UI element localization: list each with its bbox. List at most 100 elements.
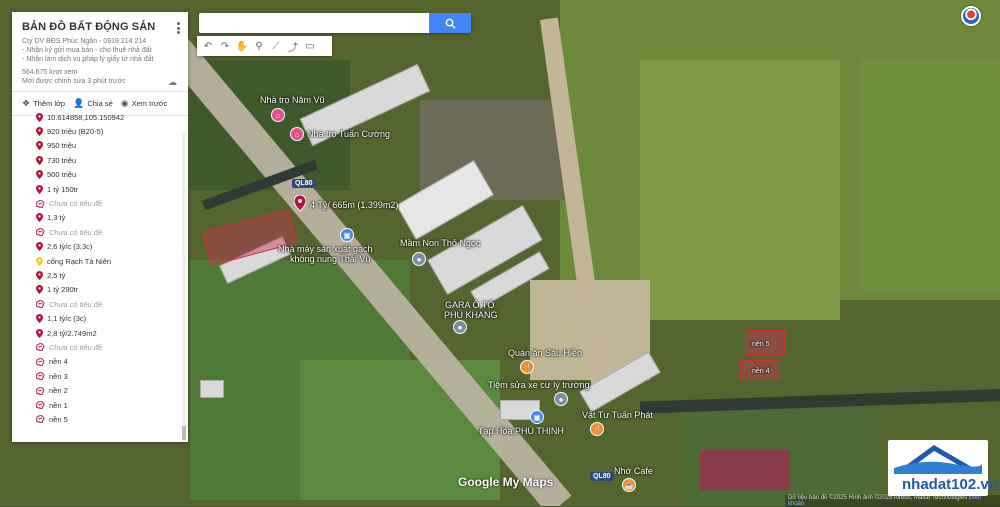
list-item[interactable]: 1 tỷ 150tr (36, 182, 188, 196)
list-item-label: 2,5 tỷ (47, 270, 66, 280)
preview-label: Xem trước (131, 99, 168, 108)
polygon-shape-icon (36, 357, 45, 366)
pin-label: 4 Tỷ/ 665m (1.399m2) (310, 200, 399, 210)
map-meta: 564.675 lượt xem Mới được chỉnh sửa 3 ph… (22, 68, 178, 86)
scrollbar-thumb[interactable] (182, 426, 186, 440)
search-button[interactable] (429, 13, 471, 33)
rice-field (640, 60, 840, 320)
list-item-label: nền 4 (49, 357, 68, 367)
poi-label: Mầm Non Thỏ Ngọc (400, 238, 481, 248)
shop-marker[interactable]: ▣ (340, 228, 354, 242)
list-item-label: 500 triệu (47, 170, 77, 180)
more-options-icon[interactable] (176, 22, 180, 34)
list-item[interactable]: cống Rạch Tà Niên (36, 254, 188, 268)
ruler-icon[interactable]: ▭ (303, 39, 317, 53)
list-item[interactable]: 2,5 tỷ (36, 268, 188, 282)
service-marker[interactable]: ● (554, 392, 568, 406)
map-toolbar: ↶ ↷ ✋ ⚲ ⟋ ⤴ ▭ (197, 36, 332, 56)
share-label: Chia sẻ (87, 99, 113, 108)
map-description: Cty DV BĐS Phúc Ngân - 0919 214 214 - Nh… (22, 37, 178, 64)
location-pin-icon (36, 127, 43, 137)
list-item[interactable]: Chưa có tiêu đề (36, 196, 188, 210)
undo-icon[interactable]: ↶ (201, 39, 215, 53)
add-layer-label: Thêm lớp (33, 99, 66, 108)
route-shield: QL80 (292, 179, 316, 188)
list-item-label: nền 2 (49, 386, 68, 396)
rice-field (860, 60, 1000, 290)
restaurant-marker[interactable]: 🍴 (590, 422, 604, 436)
location-pin-icon (36, 170, 43, 180)
list-item[interactable]: 1,1 tỷ/c (3c) (36, 311, 188, 325)
list-item[interactable]: Chưa có tiêu đề (36, 340, 188, 354)
location-pin-icon (36, 285, 43, 295)
list-item-label: Chưa có tiêu đề (49, 342, 103, 352)
map-legend-panel: BẢN ĐỒ BẤT ĐỘNG SẢN Cty DV BĐS Phúc Ngân… (12, 12, 188, 442)
list-item[interactable]: 730 triệu (36, 153, 188, 167)
list-item-label: 1 tỷ 150tr (47, 184, 79, 194)
polygon-shape-icon (36, 401, 45, 409)
route-shield: QL80 (590, 472, 614, 481)
description-line: Cty DV BĐS Phúc Ngân - 0919 214 214 (22, 38, 147, 45)
service-marker[interactable]: ● (453, 320, 467, 334)
list-item[interactable]: 920 triệu (B20-5) (36, 124, 188, 138)
map-attribution: Dữ liệu bản đồ ©2025 Hình ảnh ©2025 Airb… (785, 495, 1000, 507)
list-item[interactable]: 2,6 tỷ/c (3,3c) (36, 240, 188, 254)
polygon-shape-icon (36, 199, 45, 208)
draw-line-icon[interactable]: ⟋ (269, 39, 283, 53)
poi-label: không nung Thái Vũ (290, 254, 371, 264)
location-pin-icon (36, 314, 43, 324)
list-item[interactable]: Chưa có tiêu đề (36, 225, 188, 239)
description-line: - Nhận ký gửi mua bán - cho thuê nhà đất (22, 47, 152, 54)
directions-icon[interactable]: ⤴ (286, 39, 300, 54)
list-item-label: 920 triệu (B20-5) (47, 127, 104, 137)
selected-pin-icon[interactable] (294, 195, 306, 211)
restaurant-marker[interactable]: 🍴 (520, 360, 534, 374)
preview-button[interactable]: ◉ Xem trước (121, 98, 168, 109)
poi-label: Vật Tư Tuấn Phát (582, 410, 653, 420)
school-marker[interactable]: ● (412, 252, 426, 266)
list-item[interactable]: nền 4 (36, 355, 188, 369)
location-pin-icon (36, 184, 43, 194)
poi-label: Nhà trọ Năm Vũ (260, 95, 325, 105)
list-item[interactable]: 10.614858,105.150942 (36, 110, 188, 124)
location-pin-icon (36, 270, 43, 280)
share-button[interactable]: 👤 Chia sẻ (73, 98, 113, 109)
list-item[interactable]: 2,8 tỷ/2.749m2 (36, 326, 188, 340)
redo-icon[interactable]: ↷ (218, 39, 232, 53)
feature-list: 10.614858,105.150942 920 triệu (B20-5) 950… (12, 110, 188, 427)
user-avatar[interactable] (961, 6, 981, 26)
cafe-marker[interactable]: ☕ (622, 478, 636, 492)
shop-marker[interactable]: ▣ (530, 410, 544, 424)
add-person-icon: 👤 (73, 98, 85, 108)
add-layer-button[interactable]: ❖ Thêm lớp (22, 98, 65, 109)
list-item[interactable]: 950 triệu (36, 139, 188, 153)
marker-icon[interactable]: ⚲ (252, 39, 266, 53)
list-item[interactable]: nền 1 (36, 398, 188, 412)
list-item[interactable]: Chưa có tiêu đề (36, 297, 188, 311)
poi-label: GARA Ô TÔ (445, 300, 495, 310)
polygon-shape-icon (36, 228, 45, 237)
hand-icon[interactable]: ✋ (235, 39, 249, 53)
polygon-shape-icon (36, 343, 45, 352)
polygon-shape-icon (36, 415, 45, 424)
last-edited: Mới được chỉnh sửa 3 phút trước (22, 78, 126, 85)
polygon-shape-icon (36, 386, 45, 395)
polygon-shape-icon (36, 372, 45, 381)
list-item-label: 1 tỷ 290tr (47, 285, 79, 295)
location-pin-icon (36, 155, 43, 165)
lodging-marker[interactable]: ⌂ (290, 127, 304, 141)
search-icon (445, 18, 456, 29)
list-item[interactable]: nền 3 (36, 369, 188, 383)
list-item-label: 730 triệu (47, 155, 77, 165)
location-pin-icon (36, 256, 43, 266)
scrollbar-track[interactable] (182, 132, 186, 442)
list-item[interactable]: nền 2 (36, 383, 188, 397)
list-item[interactable]: nền 5 (36, 412, 188, 426)
house-roof-icon (894, 445, 982, 474)
list-item[interactable]: 500 triệu (36, 168, 188, 182)
lodging-marker[interactable]: ⌂ (271, 108, 285, 122)
list-item[interactable]: 1,3 tỷ (36, 211, 188, 225)
list-item[interactable]: 1 tỷ 290tr (36, 283, 188, 297)
map-title[interactable]: BẢN ĐỒ BẤT ĐỘNG SẢN (22, 21, 178, 33)
list-item-label: 10.614858,105.150942 (47, 112, 125, 122)
